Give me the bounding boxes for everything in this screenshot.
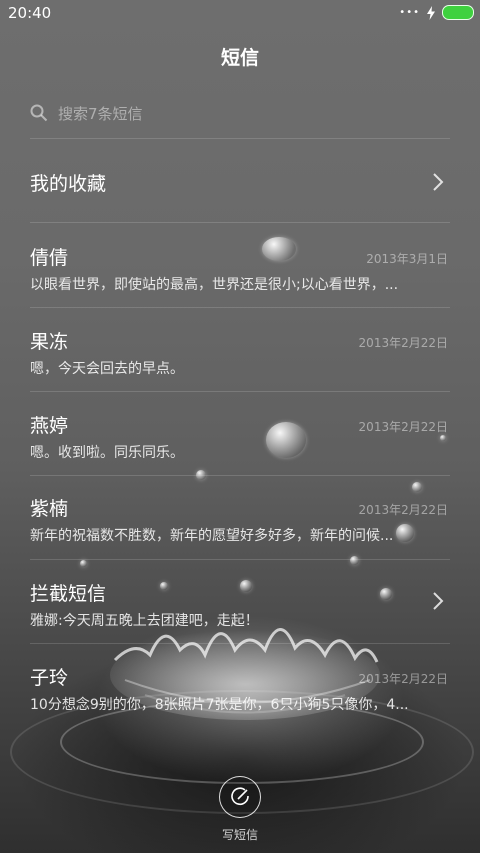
conversation-row[interactable]: 紫楠 2013年2月22日 新年的祝福数不胜数，新年的愿望好多好多，新年的问候.… <box>30 494 450 564</box>
message-date: 2013年2月22日 <box>358 420 448 434</box>
message-preview: 嗯。收到啦。同乐同乐。 <box>30 445 184 461</box>
search-bar[interactable]: 搜索7条短信 <box>30 96 450 130</box>
message-preview: 新年的祝福数不胜数，新年的愿望好多好多，新年的问候... <box>30 528 394 544</box>
status-time: 20:40 <box>8 4 52 22</box>
status-bar: 20:40 ••• <box>0 0 480 28</box>
compose-circle <box>219 776 261 818</box>
message-preview: 雅娜:今天周五晚上去团建吧，走起！ <box>30 613 259 629</box>
message-date: 2013年2月22日 <box>358 672 448 686</box>
divider <box>30 475 450 476</box>
divider <box>30 222 450 223</box>
contact-name: 果冻 <box>30 331 69 353</box>
contact-name: 子玲 <box>30 667 69 689</box>
message-preview: 10分想念9别的你，8张照片7张是你，6只小狗5只像你，4... <box>30 697 409 713</box>
sms-app-screen: 20:40 ••• 短信 搜索7条短信 我的收藏 倩倩 2013年3月1日 以眼… <box>0 0 480 853</box>
message-date: 2013年2月22日 <box>358 503 448 517</box>
contact-name: 倩倩 <box>30 247 69 269</box>
divider <box>30 559 450 560</box>
water-drop-decoration <box>412 482 422 492</box>
contact-name: 拦截短信 <box>30 583 107 605</box>
compose-button[interactable]: 写短信 <box>200 776 280 846</box>
compose-label: 写短信 <box>221 828 258 842</box>
search-placeholder: 搜索7条短信 <box>58 104 143 123</box>
chevron-right-icon <box>433 173 444 191</box>
conversation-row[interactable]: 子玲 2013年2月22日 10分想念9别的你，8张照片7张是你，6只小狗5只像… <box>30 663 450 733</box>
search-icon <box>30 104 48 122</box>
divider <box>30 643 450 644</box>
status-icons: ••• <box>399 5 474 20</box>
conversation-row[interactable]: 倩倩 2013年3月1日 以眼看世界，即使站的最高，世界还是很小;以心看世界，.… <box>30 243 450 313</box>
charging-bolt-icon <box>427 5 435 20</box>
favorites-item[interactable]: 我的收藏 <box>30 152 450 212</box>
message-date: 2013年2月22日 <box>358 336 448 350</box>
blocked-messages-row[interactable]: 拦截短信 雅娜:今天周五晚上去团建吧，走起！ <box>30 579 450 649</box>
divider <box>30 391 450 392</box>
message-preview: 以眼看世界，即使站的最高，世界还是很小;以心看世界，... <box>30 277 399 293</box>
page-title: 短信 <box>220 47 259 69</box>
contact-name: 燕婷 <box>30 415 69 437</box>
contact-name: 紫楠 <box>30 498 69 520</box>
chevron-right-icon <box>433 592 444 610</box>
favorites-label: 我的收藏 <box>30 172 107 195</box>
signal-dots-icon: ••• <box>399 7 420 18</box>
compose-icon <box>231 787 249 806</box>
conversation-row[interactable]: 果冻 2013年2月22日 嗯，今天会回去的早点。 <box>30 327 450 397</box>
message-preview: 嗯，今天会回去的早点。 <box>30 361 184 377</box>
battery-icon <box>442 5 474 20</box>
divider <box>30 307 450 308</box>
divider <box>30 138 450 139</box>
message-date: 2013年3月1日 <box>366 252 448 266</box>
conversation-row[interactable]: 燕婷 2013年2月22日 嗯。收到啦。同乐同乐。 <box>30 411 450 481</box>
